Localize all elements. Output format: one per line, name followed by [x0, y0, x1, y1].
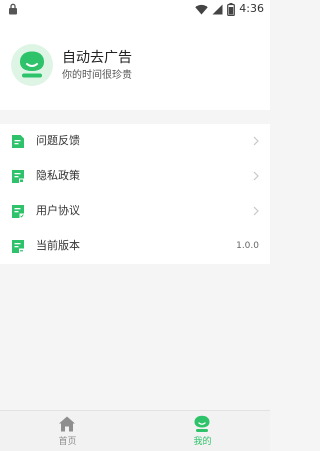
avatar: [11, 44, 53, 86]
menu-label: 用户协议: [36, 204, 80, 217]
tab-mine[interactable]: 我的: [135, 411, 270, 451]
version-doc-icon: [12, 240, 24, 253]
privacy-doc-icon: [12, 170, 24, 183]
app-slogan: 你的时间很珍贵: [62, 70, 132, 81]
profile-icon: [194, 415, 210, 432]
profile-header: 自动去广告 你的时间很珍贵: [0, 18, 270, 110]
app-name: 自动去广告: [62, 50, 132, 66]
chevron-right-icon: [253, 206, 259, 216]
tab-home[interactable]: 首页: [0, 411, 135, 451]
tab-label: 首页: [58, 437, 77, 447]
feedback-doc-icon: [12, 135, 24, 148]
chevron-right-icon: [253, 171, 259, 181]
menu-label: 隐私政策: [36, 169, 80, 182]
home-icon: [59, 416, 75, 432]
version-value: 1.0.0: [236, 241, 259, 251]
settings-menu: 问题反馈 隐私政策 用户协议 当前版本 1.0.0: [0, 124, 270, 264]
bottom-tab-bar: 首页 我的: [0, 410, 270, 451]
status-time: 4:36: [239, 2, 264, 15]
menu-item-agreement[interactable]: 用户协议: [0, 194, 270, 229]
tab-label: 我的: [193, 437, 212, 447]
signal-icon: [212, 4, 223, 14]
menu-label: 问题反馈: [36, 134, 80, 147]
agreement-doc-icon: [12, 205, 24, 218]
menu-item-version[interactable]: 当前版本 1.0.0: [0, 229, 270, 264]
battery-icon: [227, 2, 236, 16]
status-bar: 4:36: [0, 0, 270, 18]
chevron-right-icon: [253, 136, 259, 146]
status-icons: 4:36: [195, 2, 264, 16]
menu-label: 当前版本: [36, 239, 80, 252]
wifi-icon: [195, 4, 208, 14]
lock-icon: [9, 3, 17, 15]
menu-item-feedback[interactable]: 问题反馈: [0, 124, 270, 159]
menu-item-privacy[interactable]: 隐私政策: [0, 159, 270, 194]
smiley-avatar-icon: [20, 51, 44, 78]
